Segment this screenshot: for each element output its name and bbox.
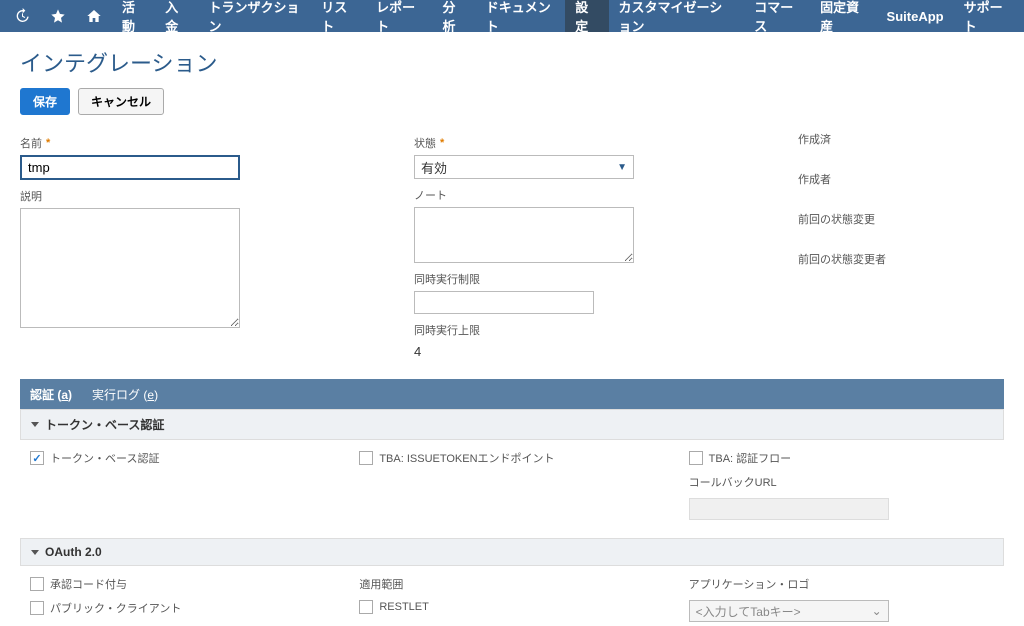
history-icon[interactable]: [4, 0, 40, 32]
scope-label: 適用範囲: [359, 576, 664, 592]
nav-deposit[interactable]: 入金: [155, 0, 198, 32]
chk-tba-issuetoken[interactable]: [359, 451, 373, 465]
form-grid: 名前 * 説明 状態 * 有効 ▼ ノート 同時実行制限 同時実行上限 4: [20, 131, 1004, 359]
form-col-1: 名前 * 説明: [20, 131, 390, 359]
token-col-3: TBA: 認証フロー コールバックURL: [689, 450, 994, 520]
state-select[interactable]: 有効 ▼: [414, 155, 634, 179]
state-label: 状態 *: [414, 135, 774, 151]
concurrency-limit-input[interactable]: [414, 291, 594, 314]
required-star: *: [46, 137, 50, 149]
nav-customization[interactable]: カスタマイゼーション: [609, 0, 745, 32]
nav-commerce[interactable]: コマース: [744, 0, 810, 32]
oauth-col-2: 適用範囲 RESTLET: [359, 576, 664, 622]
meta-last-state-change: 前回の状態変更: [798, 211, 998, 227]
nav-list[interactable]: リスト: [311, 0, 366, 32]
nav-transaction[interactable]: トランザクション: [198, 0, 311, 32]
name-label: 名前 *: [20, 135, 390, 151]
required-star: *: [440, 137, 444, 149]
meta-creator: 作成者: [798, 171, 998, 187]
chk-restlet[interactable]: [359, 600, 373, 614]
chk-auth-code[interactable]: [30, 577, 44, 591]
section-oauth2-body: 承認コード付与 パブリック・クライアント 適用範囲 RESTLET アプリケーシ…: [20, 566, 1004, 626]
chevron-down-icon: [31, 550, 39, 555]
nav-suiteapp[interactable]: SuiteApp: [877, 0, 954, 32]
section-token-auth-body: トークン・ベース認証 TBA: ISSUETOKENエンドポイント TBA: 認…: [20, 440, 1004, 538]
tab-auth-key: a: [61, 388, 68, 402]
section-oauth2-header[interactable]: OAuth 2.0: [20, 538, 1004, 566]
description-label: 説明: [20, 188, 390, 204]
meta-last-state-changer: 前回の状態変更者: [798, 251, 998, 267]
oauth-col-3: アプリケーション・ロゴ <入力してTabキー> ⌄: [689, 576, 994, 622]
name-input[interactable]: [20, 155, 240, 180]
chevron-down-icon: ▼: [617, 162, 627, 173]
concurrency-max-label: 同時実行上限: [414, 322, 774, 338]
star-icon[interactable]: [40, 0, 76, 32]
chk-tba-issuetoken-label: TBA: ISSUETOKENエンドポイント: [379, 450, 554, 466]
note-label: ノート: [414, 187, 774, 203]
chk-public-client-label: パブリック・クライアント: [50, 600, 181, 616]
chk-token-based-label: トークン・ベース認証: [50, 450, 159, 466]
app-logo-placeholder: <入力してTabキー>: [696, 603, 801, 620]
state-label-text: 状態: [414, 135, 436, 151]
concurrency-max-value: 4: [414, 342, 774, 359]
chk-tba-authflow[interactable]: [689, 451, 703, 465]
page-content: インテグレーション 保存 キャンセル 名前 * 説明 状態 * 有効 ▼ ノート: [0, 32, 1024, 626]
form-col-2: 状態 * 有効 ▼ ノート 同時実行制限 同時実行上限 4: [414, 131, 774, 359]
chk-auth-code-label: 承認コード付与: [50, 576, 127, 592]
nav-setup[interactable]: 設定: [565, 0, 608, 32]
app-logo-select[interactable]: <入力してTabキー> ⌄: [689, 600, 889, 622]
tab-log-key: e: [147, 388, 154, 402]
cancel-button[interactable]: キャンセル: [78, 88, 164, 115]
nav-support[interactable]: サポート: [954, 0, 1020, 32]
nav-fixed-assets[interactable]: 固定資産: [810, 0, 876, 32]
chk-tba-issuetoken-row: TBA: ISSUETOKENエンドポイント: [359, 450, 664, 466]
note-textarea[interactable]: [414, 207, 634, 263]
nav-report[interactable]: レポート: [366, 0, 432, 32]
tab-auth[interactable]: 認証 (a): [30, 386, 72, 403]
section-oauth2-title: OAuth 2.0: [45, 545, 102, 559]
button-row: 保存 キャンセル: [20, 88, 1004, 115]
chk-tba-authflow-label: TBA: 認証フロー: [709, 450, 792, 466]
app-logo-label: アプリケーション・ロゴ: [689, 576, 994, 592]
chk-public-client-row: パブリック・クライアント: [30, 600, 335, 616]
description-textarea[interactable]: [20, 208, 240, 328]
oauth-col-1: 承認コード付与 パブリック・クライアント: [30, 576, 335, 622]
save-button[interactable]: 保存: [20, 88, 70, 115]
section-token-auth-header[interactable]: トークン・ベース認証: [20, 409, 1004, 440]
state-select-value: 有効: [421, 158, 447, 177]
name-label-text: 名前: [20, 135, 42, 151]
token-col-2: TBA: ISSUETOKENエンドポイント: [359, 450, 664, 520]
callback-url-label: コールバックURL: [689, 474, 994, 490]
tab-auth-label: 認証: [30, 388, 54, 402]
chk-auth-code-row: 承認コード付与: [30, 576, 335, 592]
page-title: インテグレーション: [20, 46, 1004, 78]
chk-token-based-row: トークン・ベース認証: [30, 450, 335, 466]
tab-log[interactable]: 実行ログ (e): [92, 386, 158, 403]
token-col-1: トークン・ベース認証: [30, 450, 335, 520]
nav-activity[interactable]: 活動: [112, 0, 155, 32]
dropdown-double-chevron-icon: ⌄: [872, 604, 882, 618]
nav-analysis[interactable]: 分析: [432, 0, 475, 32]
chevron-down-icon: [31, 422, 39, 427]
callback-url-field: [689, 498, 889, 520]
meta-created: 作成済: [798, 131, 998, 147]
tab-log-label: 実行ログ: [92, 388, 140, 402]
nav-document[interactable]: ドキュメント: [476, 0, 566, 32]
chk-token-based[interactable]: [30, 451, 44, 465]
concurrency-limit-label: 同時実行制限: [414, 271, 774, 287]
section-token-auth-title: トークン・ベース認証: [45, 416, 164, 433]
chk-public-client[interactable]: [30, 601, 44, 615]
chk-tba-authflow-row: TBA: 認証フロー: [689, 450, 994, 466]
top-nav: 活動 入金 トランザクション リスト レポート 分析 ドキュメント 設定 カスタ…: [0, 0, 1024, 32]
chk-restlet-label: RESTLET: [379, 601, 429, 613]
home-icon[interactable]: [76, 0, 112, 32]
chk-restlet-row: RESTLET: [359, 600, 664, 614]
subtabs: 認証 (a) 実行ログ (e): [20, 379, 1004, 409]
form-col-3: 作成済 作成者 前回の状態変更 前回の状態変更者: [798, 131, 998, 359]
